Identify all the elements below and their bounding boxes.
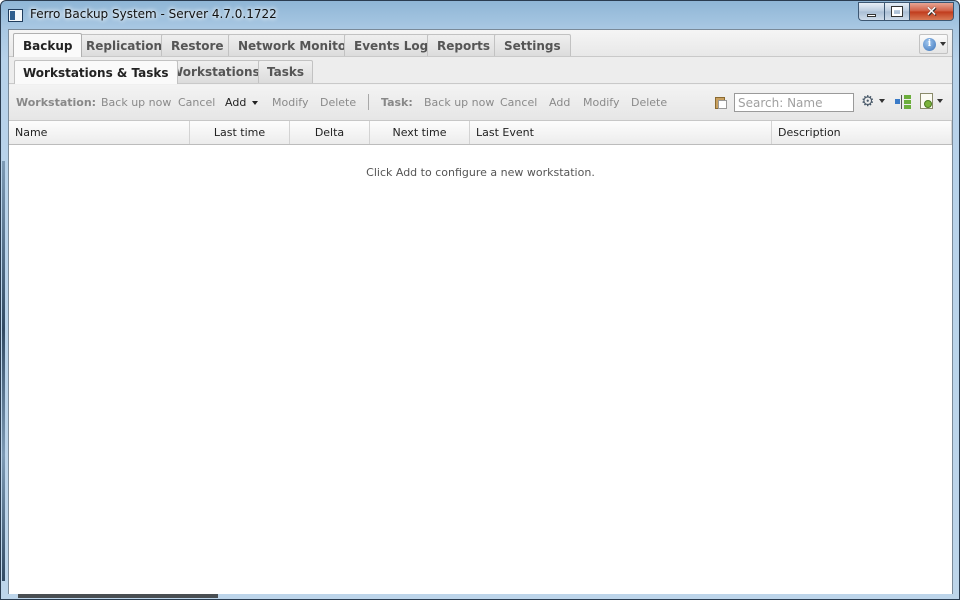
table-header: Name Last time Delta Next time Last Even… bbox=[9, 121, 952, 145]
clipboard-paper bbox=[718, 100, 727, 109]
column-header-last-time[interactable]: Last time bbox=[190, 121, 290, 144]
workstation-add-button[interactable]: Add bbox=[225, 96, 259, 109]
tree-node-child bbox=[904, 100, 911, 104]
sub-tab-bar: Workstations & Tasks Workstations Tasks bbox=[9, 57, 952, 84]
tree-node-child bbox=[904, 105, 911, 109]
maximize-button[interactable] bbox=[884, 2, 909, 21]
workstation-cancel-button[interactable]: Cancel bbox=[178, 96, 215, 109]
task-modify-button[interactable]: Modify bbox=[583, 96, 619, 109]
clipboard-icon[interactable] bbox=[715, 95, 727, 109]
column-header-delta[interactable]: Delta bbox=[290, 121, 370, 144]
column-header-description[interactable]: Description bbox=[772, 121, 952, 144]
tab-replication[interactable]: Replication bbox=[76, 34, 173, 56]
close-button[interactable]: ✕ bbox=[909, 2, 954, 21]
tab-workstations-and-tasks[interactable]: Workstations & Tasks bbox=[14, 60, 178, 84]
minimize-icon bbox=[867, 13, 876, 17]
tree-node-child bbox=[904, 95, 911, 99]
help-menu-button[interactable]: i bbox=[919, 34, 948, 54]
tab-backup[interactable]: Backup bbox=[13, 33, 83, 57]
column-header-last-event[interactable]: Last Event bbox=[470, 121, 772, 144]
settings-menu-button[interactable]: ⚙ bbox=[861, 92, 885, 110]
chevron-down-icon bbox=[937, 99, 943, 103]
taskbar-edge bbox=[18, 594, 218, 598]
task-cancel-button[interactable]: Cancel bbox=[500, 96, 537, 109]
app-window-icon[interactable] bbox=[8, 9, 23, 22]
tab-network-monitor[interactable]: Network Monitor bbox=[228, 34, 363, 56]
workstation-label: Workstation: bbox=[16, 96, 97, 109]
close-icon: ✕ bbox=[925, 3, 938, 20]
column-header-name[interactable]: Name bbox=[9, 121, 190, 144]
minimize-button[interactable] bbox=[858, 2, 884, 21]
tree-node-root bbox=[895, 99, 900, 104]
export-menu-button[interactable] bbox=[920, 93, 943, 109]
application-window: Ferro Backup System - Server 4.7.0.1722 … bbox=[0, 0, 960, 600]
window-title: Ferro Backup System - Server 4.7.0.1722 bbox=[30, 7, 277, 21]
search-input[interactable] bbox=[734, 93, 854, 112]
tab-reports[interactable]: Reports bbox=[427, 34, 501, 56]
tree-view-icon[interactable] bbox=[895, 94, 911, 110]
task-label: Task: bbox=[381, 96, 413, 109]
workstation-backup-now-button[interactable]: Back up now bbox=[101, 96, 171, 109]
toolbar: Workstation: Back up now Cancel Add Modi… bbox=[9, 85, 952, 121]
gear-icon: ⚙ bbox=[861, 92, 875, 110]
tab-settings[interactable]: Settings bbox=[494, 34, 571, 56]
task-delete-button[interactable]: Delete bbox=[631, 96, 667, 109]
title-bar[interactable]: Ferro Backup System - Server 4.7.0.1722 … bbox=[1, 1, 959, 29]
window-controls: ✕ bbox=[858, 2, 954, 21]
toolbar-separator bbox=[368, 94, 369, 110]
window-left-edge bbox=[2, 161, 5, 581]
maximize-icon bbox=[891, 6, 903, 17]
workstation-add-label: Add bbox=[225, 96, 247, 109]
tab-tasks[interactable]: Tasks bbox=[258, 60, 314, 83]
tree-branch-line bbox=[901, 95, 902, 109]
info-icon: i bbox=[923, 37, 936, 51]
client-area: Backup Replication Restore Network Monit… bbox=[8, 29, 953, 594]
chevron-down-icon bbox=[879, 99, 885, 103]
workstation-modify-button[interactable]: Modify bbox=[272, 96, 308, 109]
export-document-icon bbox=[920, 93, 933, 109]
tab-events-log[interactable]: Events Log bbox=[344, 34, 439, 56]
chevron-down-icon bbox=[940, 42, 946, 46]
table-body[interactable]: Click Add to configure a new workstation… bbox=[9, 145, 952, 594]
empty-table-message: Click Add to configure a new workstation… bbox=[366, 166, 595, 179]
task-add-button[interactable]: Add bbox=[549, 96, 570, 109]
main-tab-bar: Backup Replication Restore Network Monit… bbox=[9, 30, 952, 57]
tab-restore[interactable]: Restore bbox=[161, 34, 234, 56]
column-header-next-time[interactable]: Next time bbox=[370, 121, 470, 144]
workstation-delete-button[interactable]: Delete bbox=[320, 96, 356, 109]
chevron-down-icon bbox=[252, 101, 259, 105]
task-backup-now-button[interactable]: Back up now bbox=[424, 96, 494, 109]
